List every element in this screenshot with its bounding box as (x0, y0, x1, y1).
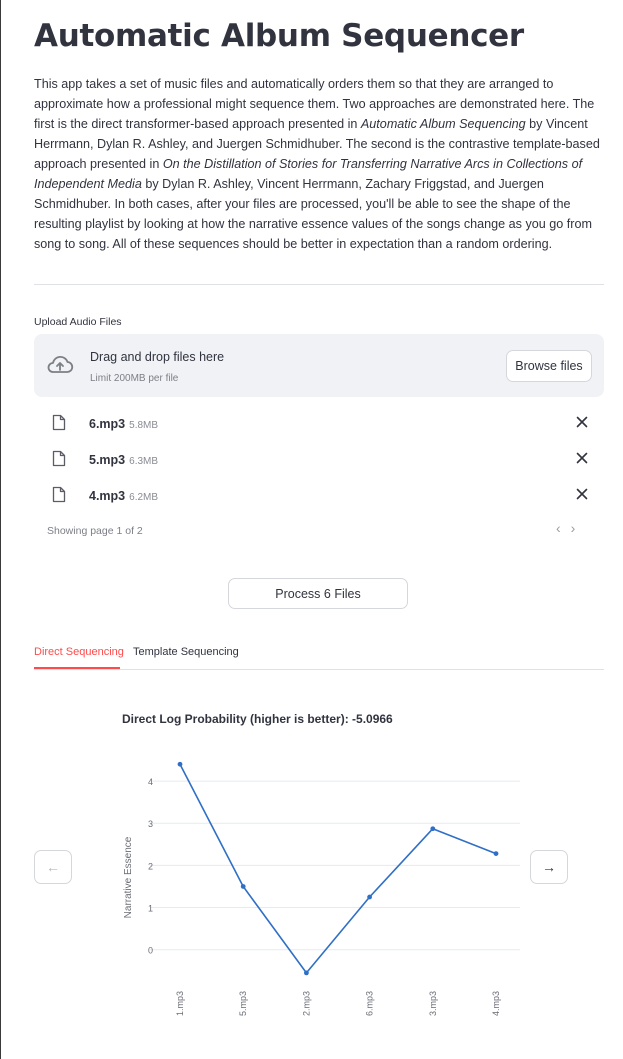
x-tick-label: 1.mp3 (175, 991, 185, 1016)
data-point (240, 884, 246, 889)
active-tab-indicator (34, 667, 120, 669)
file-icon (52, 414, 66, 431)
process-files-button[interactable]: Process 6 Files (228, 578, 408, 609)
x-tick-label: 2.mp3 (301, 991, 311, 1016)
tab-template-sequencing[interactable]: Template Sequencing (133, 646, 239, 658)
file-item: 4.mp3 6.2MB (34, 480, 604, 510)
file-dropzone[interactable]: Drag and drop files here Limit 200MB per… (34, 334, 604, 397)
y-tick-label: 4 (148, 777, 153, 787)
close-icon[interactable] (574, 486, 590, 502)
intro-paragraph: This app takes a set of music files and … (34, 74, 606, 254)
file-icon (52, 486, 66, 503)
paper-title-1: Automatic Album Sequencing (360, 117, 526, 131)
x-tick-label: 4.mp3 (491, 991, 501, 1016)
dropzone-limit: Limit 200MB per file (90, 373, 179, 384)
file-size: 5.8MB (129, 420, 159, 431)
upload-label: Upload Audio Files (34, 316, 122, 328)
pagination-label: Showing page 1 of 2 (47, 525, 143, 537)
x-tick-label: 5.mp3 (238, 991, 248, 1016)
narrative-essence-chart: 0 1 2 3 4 Narrative Essence 1.mp3 5.mp3 2.mp3 6.m… (123, 761, 520, 1016)
file-name: 4.mp3 6.2MB (89, 489, 158, 503)
cloud-upload-icon (47, 355, 74, 373)
file-item: 5.mp3 6.3MB (34, 444, 604, 474)
data-point (493, 851, 499, 856)
prev-chart-button[interactable]: ← (34, 850, 72, 884)
file-name: 6.mp3 5.8MB (89, 417, 158, 431)
y-axis-label: Narrative Essence (123, 836, 134, 918)
x-tick-label: 3.mp3 (428, 991, 438, 1016)
chart-title: Direct Log Probability (higher is better… (122, 712, 393, 726)
file-name: 5.mp3 6.3MB (89, 453, 158, 467)
file-icon (52, 450, 66, 467)
file-name-text: 6.mp3 (89, 417, 126, 431)
chevron-right-icon[interactable]: › (571, 520, 576, 536)
tab-bar: Direct Sequencing Template Sequencing (34, 640, 604, 670)
file-size: 6.2MB (129, 492, 159, 503)
chevron-left-icon[interactable]: ‹ (556, 520, 561, 536)
close-icon[interactable] (574, 414, 590, 430)
data-point (430, 826, 436, 832)
file-name-text: 4.mp3 (89, 489, 126, 503)
pagination-controls: ‹ › (556, 520, 575, 536)
arrow-right-icon: → (542, 859, 556, 875)
file-name-text: 5.mp3 (89, 453, 126, 467)
y-tick-label: 3 (148, 819, 153, 829)
data-point (304, 970, 309, 976)
window-edge (0, 0, 1, 1059)
file-item: 6.mp3 5.8MB (34, 408, 604, 438)
data-point (177, 761, 183, 767)
tab-direct-sequencing[interactable]: Direct Sequencing (34, 646, 124, 658)
data-point (367, 894, 372, 900)
y-tick-label: 0 (148, 946, 153, 956)
browse-files-button[interactable]: Browse files (506, 350, 592, 382)
dropzone-title: Drag and drop files here (90, 350, 225, 364)
y-tick-label: 1 (148, 904, 153, 914)
file-size: 6.3MB (129, 456, 159, 467)
divider (34, 284, 604, 285)
close-icon[interactable] (574, 450, 590, 466)
arrow-left-icon: ← (46, 859, 60, 875)
y-tick-label: 2 (148, 861, 153, 871)
page-title: Automatic Album Sequencer (34, 18, 524, 54)
x-tick-label: 6.mp3 (365, 991, 375, 1016)
next-chart-button[interactable]: → (530, 850, 568, 884)
series-line (179, 763, 497, 974)
